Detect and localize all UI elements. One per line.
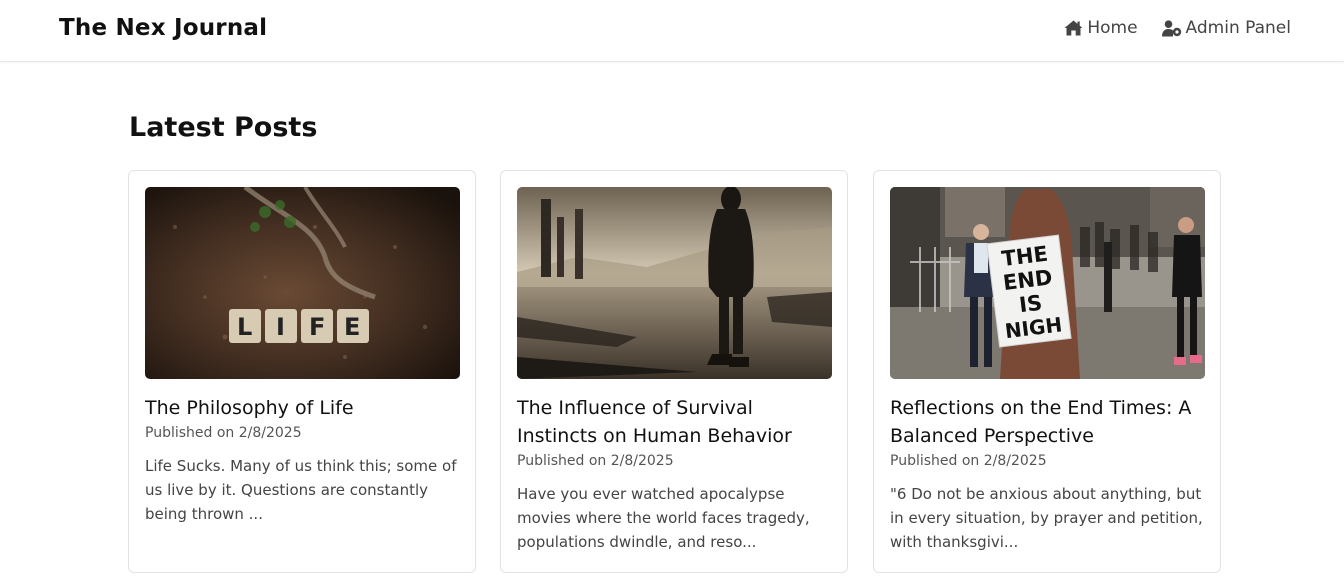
home-icon	[1064, 20, 1083, 36]
post-image-end-times[interactable]: THE END IS NIGH	[890, 187, 1205, 379]
post-card[interactable]: The Influence of Survival Instincts on H…	[500, 170, 848, 573]
post-date: Published on 2/8/2025	[890, 453, 1047, 469]
post-excerpt: Life Sucks. Many of us think this; some …	[145, 457, 457, 523]
nav-home-label: Home	[1087, 18, 1138, 38]
post-date: Published on 2/8/2025	[145, 425, 302, 441]
nav-admin-label: Admin Panel	[1185, 18, 1291, 38]
post-title[interactable]: The Influence of Survival Instincts on H…	[517, 394, 831, 450]
tile-e: E	[344, 313, 360, 341]
post-excerpt: Have you ever watched apocalypse movies …	[517, 485, 810, 551]
post-image-life[interactable]: L I F E	[145, 187, 460, 379]
tile-i: I	[276, 313, 285, 341]
user-cog-icon	[1161, 19, 1182, 37]
post-excerpt: "6 Do not be anxious about anything, but…	[890, 485, 1203, 551]
brand-logo[interactable]: The Nex Journal	[59, 15, 267, 41]
post-card[interactable]: THE END IS NIGH Reflections on the End T…	[873, 170, 1221, 573]
nav-home-link[interactable]: Home	[1064, 18, 1138, 38]
sign-word-3: IS	[1018, 291, 1044, 318]
post-title[interactable]: The Philosophy of Life	[145, 394, 459, 422]
tile-f: F	[309, 313, 325, 341]
nav-admin-link[interactable]: Admin Panel	[1161, 18, 1291, 38]
top-navbar: The Nex Journal Home Admin Panel	[0, 0, 1344, 62]
nav-links: Home Admin Panel	[1064, 18, 1291, 38]
post-card[interactable]: L I F E The Philosophy of Life Published…	[128, 170, 476, 573]
post-image-survival[interactable]	[517, 187, 832, 379]
post-title[interactable]: Reflections on the End Times: A Balanced…	[890, 394, 1204, 450]
tile-l: L	[237, 313, 252, 341]
post-date: Published on 2/8/2025	[517, 453, 674, 469]
page-title: Latest Posts	[129, 112, 318, 143]
